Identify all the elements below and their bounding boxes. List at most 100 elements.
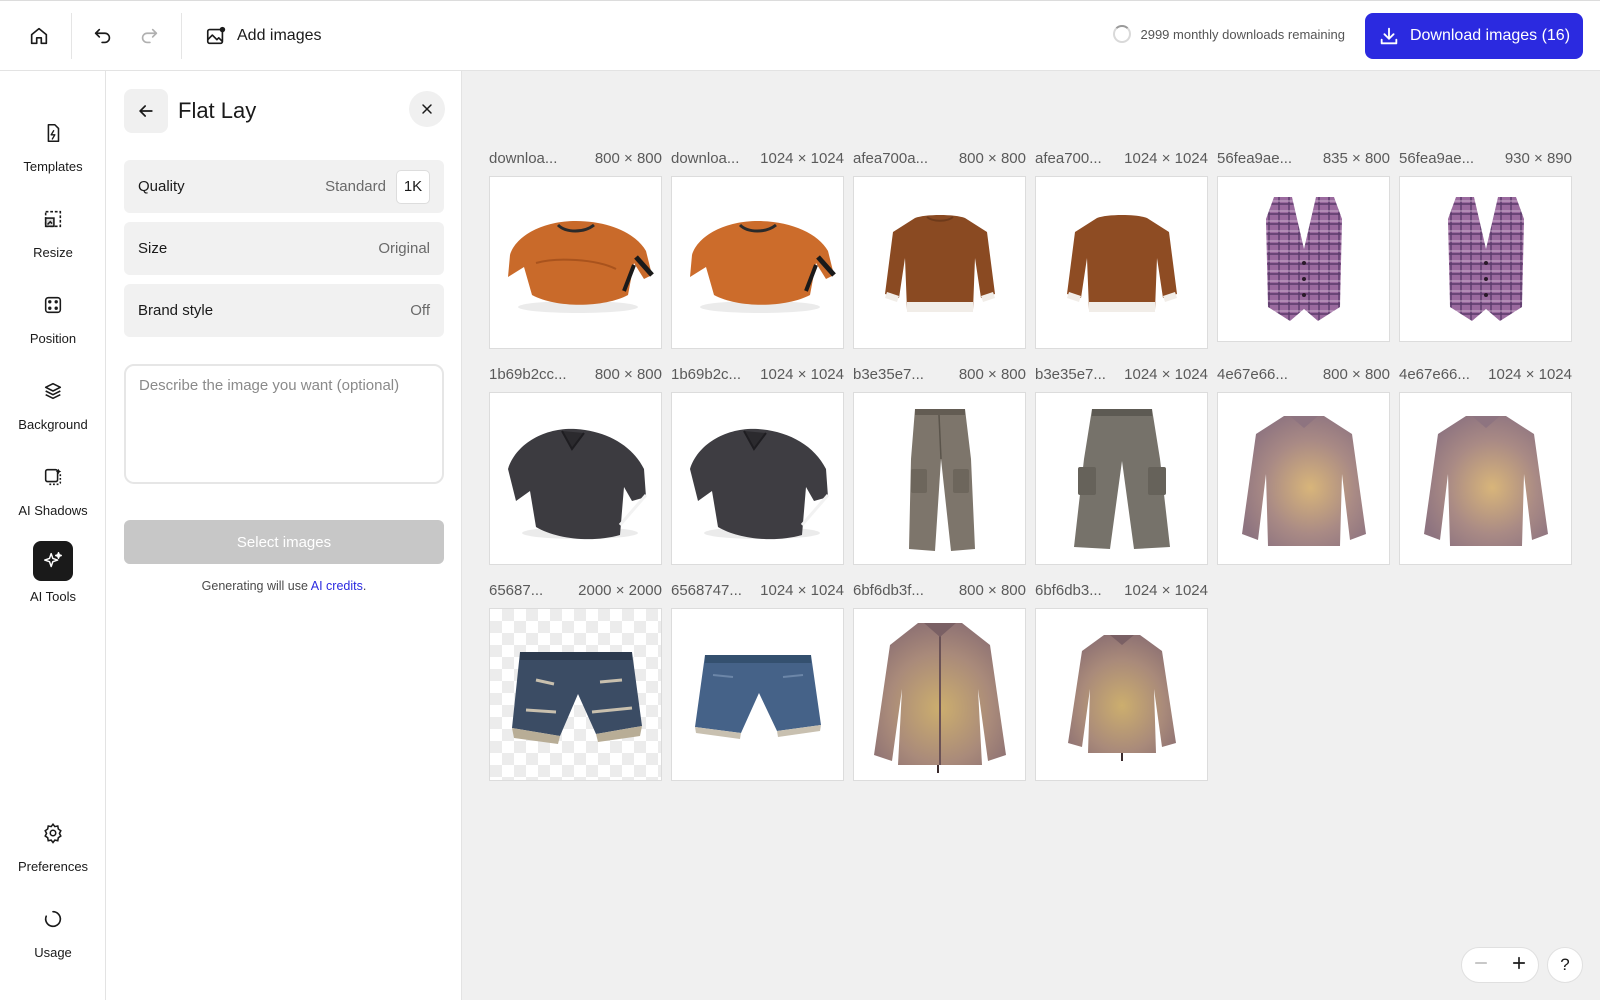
orange-sweater-image <box>689 220 836 313</box>
zoom-in-button[interactable] <box>1510 954 1528 977</box>
tool-rail: Templates Resize Position Background AI … <box>0 71 106 1000</box>
background-icon <box>35 373 71 409</box>
image-tile[interactable]: 4e67e66... 800 × 800 <box>1217 366 1390 565</box>
download-images-label: Download images (16) <box>1409 27 1571 44</box>
credits-suffix: . <box>362 579 367 593</box>
gradient-jacket-image <box>1241 415 1366 546</box>
image-thumbnail[interactable] <box>671 608 844 781</box>
image-tile[interactable]: 6bf6db3... 1024 × 1024 <box>1035 582 1208 781</box>
quality-value: Standard <box>325 178 386 195</box>
download-images-button[interactable]: Download images (16) <box>1365 13 1583 59</box>
back-button[interactable] <box>124 89 168 133</box>
home-icon <box>30 27 48 45</box>
rail-item-preferences[interactable]: Preferences <box>0 815 106 885</box>
gradient-jacket-image <box>1423 415 1548 546</box>
add-image-icon <box>206 26 226 45</box>
image-dimensions: 1024 × 1024 <box>1488 366 1572 383</box>
image-dimensions: 1024 × 1024 <box>1124 150 1208 167</box>
brand-style-label: Brand style <box>138 302 214 319</box>
position-icon <box>35 287 71 323</box>
top-toolbar: Add images 2999 monthly downloads remain… <box>0 0 1600 71</box>
image-thumbnail[interactable] <box>671 392 844 565</box>
zoom-out-button[interactable] <box>1472 954 1490 977</box>
image-filename: downloa... <box>671 150 740 167</box>
zoom-controls <box>1461 947 1539 983</box>
rail-item-resize[interactable]: Resize <box>0 201 106 271</box>
image-thumbnail[interactable] <box>853 392 1026 565</box>
image-dimensions: 800 × 800 <box>594 366 662 383</box>
rail-item-label: Resize <box>33 245 73 260</box>
rail-item-usage[interactable]: Usage <box>0 901 106 971</box>
image-thumbnail[interactable] <box>1217 392 1390 565</box>
rail-item-ai-tools[interactable]: AI Tools <box>0 541 106 611</box>
quality-setting[interactable]: Quality Standard 1K <box>124 160 444 213</box>
image-gallery: downloa... 800 × 800 downloa... 1024 × 102… <box>462 71 1600 1000</box>
size-setting[interactable]: Size Original <box>124 222 444 275</box>
image-description-input[interactable] <box>124 364 444 484</box>
image-filename: b3e35e7... <box>853 366 924 383</box>
image-dimensions: 2000 × 2000 <box>578 582 662 599</box>
cargo-pants-image <box>908 408 975 551</box>
select-images-button[interactable]: Select images <box>124 520 444 564</box>
image-thumbnail[interactable] <box>1399 392 1572 565</box>
brown-sweatshirt-image <box>884 214 995 312</box>
resize-icon <box>35 201 71 237</box>
gradient-jacket-open-image <box>873 622 1006 773</box>
size-value: Original <box>378 240 430 257</box>
download-icon <box>1380 27 1398 45</box>
rail-item-background[interactable]: Background <box>0 373 106 443</box>
rail-item-label: AI Shadows <box>18 503 88 518</box>
image-dimensions: 800 × 800 <box>958 150 1026 167</box>
image-dimensions: 930 × 890 <box>1504 150 1572 167</box>
image-tile[interactable]: 6bf6db3f... 800 × 800 <box>853 582 1026 781</box>
image-tile[interactable]: 1b69b2c... 1024 × 1024 <box>671 366 844 565</box>
image-thumbnail[interactable] <box>1035 392 1208 565</box>
image-tile[interactable]: b3e35e7... 800 × 800 <box>853 366 1026 565</box>
image-tile[interactable]: afea700a... 800 × 800 <box>853 150 1026 349</box>
image-thumbnail[interactable] <box>853 608 1026 781</box>
image-thumbnail[interactable] <box>1035 608 1208 781</box>
image-tile[interactable]: downloa... 800 × 800 <box>489 150 662 349</box>
image-dimensions: 835 × 800 <box>1322 150 1390 167</box>
image-tile[interactable]: downloa... 1024 × 1024 <box>671 150 844 349</box>
grey-polo-image <box>689 428 829 539</box>
ai-credits-link[interactable]: AI credits <box>311 579 363 593</box>
credits-note: Generating will use AI credits. <box>124 579 444 593</box>
image-tile[interactable]: b3e35e7... 1024 × 1024 <box>1035 366 1208 565</box>
redo-button[interactable] <box>131 18 167 54</box>
resolution-chip[interactable]: 1K <box>396 169 430 204</box>
rail-item-ai-shadows[interactable]: AI Shadows <box>0 459 106 529</box>
image-tile[interactable]: 4e67e66... 1024 × 1024 <box>1399 366 1572 565</box>
home-button[interactable] <box>21 18 57 54</box>
image-tile[interactable]: 56fea9ae... 930 × 890 <box>1399 150 1572 342</box>
image-thumbnail[interactable] <box>671 176 844 349</box>
image-thumbnail[interactable] <box>1217 176 1390 342</box>
image-tile[interactable]: 56fea9ae... 835 × 800 <box>1217 150 1390 342</box>
image-thumbnail[interactable] <box>489 392 662 565</box>
image-thumbnail[interactable] <box>1035 176 1208 349</box>
cargo-pants-image <box>1073 408 1170 549</box>
image-thumbnail[interactable] <box>489 176 662 349</box>
image-filename: 56fea9ae... <box>1399 150 1475 167</box>
rail-item-position[interactable]: Position <box>0 287 106 357</box>
image-tile[interactable]: afea700... 1024 × 1024 <box>1035 150 1208 349</box>
image-thumbnail[interactable] <box>1399 176 1572 342</box>
image-tile[interactable]: 65687... 2000 × 2000 <box>489 582 662 781</box>
image-filename: 65687... <box>489 582 544 599</box>
image-thumbnail[interactable] <box>489 608 662 781</box>
image-tile[interactable]: 6568747... 1024 × 1024 <box>671 582 844 781</box>
denim-shorts-image <box>694 654 821 739</box>
image-dimensions: 800 × 800 <box>958 366 1026 383</box>
add-images-button[interactable]: Add images <box>205 18 322 54</box>
image-thumbnail[interactable] <box>853 176 1026 349</box>
rail-item-templates[interactable]: Templates <box>0 115 106 185</box>
image-filename: 56fea9ae... <box>1217 150 1293 167</box>
help-button[interactable]: ? <box>1547 947 1583 983</box>
undo-button[interactable] <box>85 18 121 54</box>
rail-item-label: Position <box>29 331 77 346</box>
close-icon <box>422 104 432 114</box>
close-panel-button[interactable] <box>409 91 445 127</box>
undo-icon <box>94 28 111 44</box>
image-tile[interactable]: 1b69b2cc... 800 × 800 <box>489 366 662 565</box>
brand-style-setting[interactable]: Brand style Off <box>124 284 444 337</box>
